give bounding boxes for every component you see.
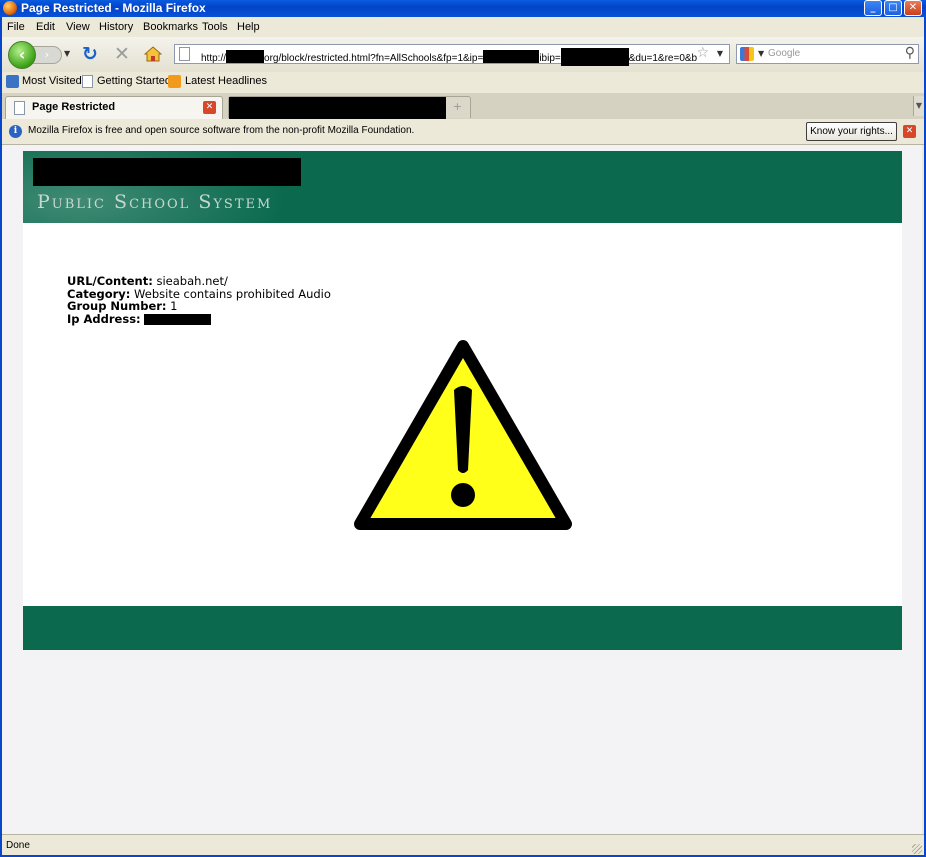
info-icon: i (9, 125, 22, 138)
forward-button[interactable]: › (32, 46, 62, 64)
status-bar: Done (2, 834, 924, 856)
warning-icon (354, 340, 572, 530)
tab-page-restricted[interactable]: Page Restricted ✕ (5, 96, 223, 119)
new-tab-icon[interactable]: + (453, 100, 462, 113)
minimize-button[interactable]: _ (864, 0, 882, 16)
close-button[interactable]: ✕ (904, 0, 922, 16)
bookmarks-toolbar: Most Visited Getting Started Latest Head… (2, 72, 924, 94)
header-banner: Public School System (23, 151, 902, 223)
firefox-icon (3, 1, 17, 15)
page-content: Public School System URL/Content: sieaba… (2, 145, 922, 834)
redacted-block (33, 158, 301, 186)
redacted-block (144, 313, 212, 325)
navigation-toolbar: › ‹ ▼ ↻ ✕ http://org/block/restricted.ht… (2, 37, 924, 73)
maximize-button[interactable]: □ (884, 0, 902, 16)
bookmark-latest-headlines[interactable]: Latest Headlines (185, 75, 267, 87)
redacted-block (229, 97, 446, 119)
title-bar: Page Restricted - Mozilla Firefox _ □ ✕ (0, 0, 926, 17)
menu-view[interactable]: View (66, 21, 90, 33)
engine-dropdown-icon[interactable]: ▼ (758, 49, 764, 58)
search-icon[interactable]: ⚲ (905, 45, 915, 61)
ip-address-label: Ip Address: (67, 311, 141, 326)
group-number-value: 1 (166, 299, 178, 313)
url-dropdown-icon[interactable]: ▼ (717, 49, 723, 58)
bookmark-getting-started[interactable]: Getting Started (97, 75, 171, 87)
notification-text: Mozilla Firefox is free and open source … (28, 125, 415, 136)
status-text: Done (6, 840, 30, 851)
menu-bookmarks[interactable]: Bookmarks (143, 21, 198, 33)
page-icon (82, 75, 93, 88)
menu-help[interactable]: Help (237, 21, 260, 33)
footer-banner (23, 606, 902, 650)
block-details: URL/Content: sieabah.net/ Category: Webs… (67, 275, 331, 325)
tab-close-icon[interactable]: ✕ (203, 101, 216, 114)
url-text: http://org/block/restricted.html?fn=AllS… (201, 48, 697, 66)
resize-grip-icon[interactable] (912, 844, 922, 854)
blocked-notice: URL/Content: sieabah.net/ Category: Webs… (23, 223, 902, 606)
history-dropdown-icon[interactable]: ▼ (64, 49, 70, 58)
window-title: Page Restricted - Mozilla Firefox (21, 1, 206, 15)
menu-file[interactable]: File (7, 21, 25, 33)
notification-bar: i Mozilla Firefox is free and open sourc… (2, 119, 924, 145)
menu-bar: File Edit View History Bookmarks Tools H… (2, 17, 924, 37)
page-icon (14, 101, 25, 115)
tab-list-icon[interactable]: ▼ (913, 96, 924, 116)
notification-close-icon[interactable]: ✕ (903, 125, 916, 138)
page-icon (179, 47, 190, 61)
back-button[interactable]: ‹ (8, 41, 36, 69)
rss-feed-icon (168, 75, 181, 88)
stop-icon[interactable]: ✕ (114, 45, 130, 64)
home-icon[interactable] (143, 46, 163, 62)
bookmark-star-icon[interactable]: ☆ (696, 45, 709, 61)
bookmark-most-visited[interactable]: Most Visited (22, 75, 82, 87)
search-bar[interactable]: ▼ Google ⚲ (736, 44, 919, 64)
menu-edit[interactable]: Edit (36, 21, 55, 33)
google-icon[interactable] (740, 47, 754, 61)
know-your-rights-button[interactable]: Know your rights... (806, 122, 897, 141)
most-visited-icon (6, 75, 19, 88)
menu-history[interactable]: History (99, 21, 133, 33)
search-placeholder: Google (768, 48, 801, 59)
url-bar[interactable]: http://org/block/restricted.html?fn=AllS… (174, 44, 730, 66)
header-subtitle: Public School System (37, 191, 273, 213)
reload-icon[interactable]: ↻ (82, 45, 98, 64)
tab-bar: Page Restricted ✕ + ▼ (2, 93, 924, 120)
tab-label: Page Restricted (32, 101, 116, 113)
menu-tools[interactable]: Tools (202, 21, 228, 33)
tab-second[interactable]: + (228, 96, 471, 119)
